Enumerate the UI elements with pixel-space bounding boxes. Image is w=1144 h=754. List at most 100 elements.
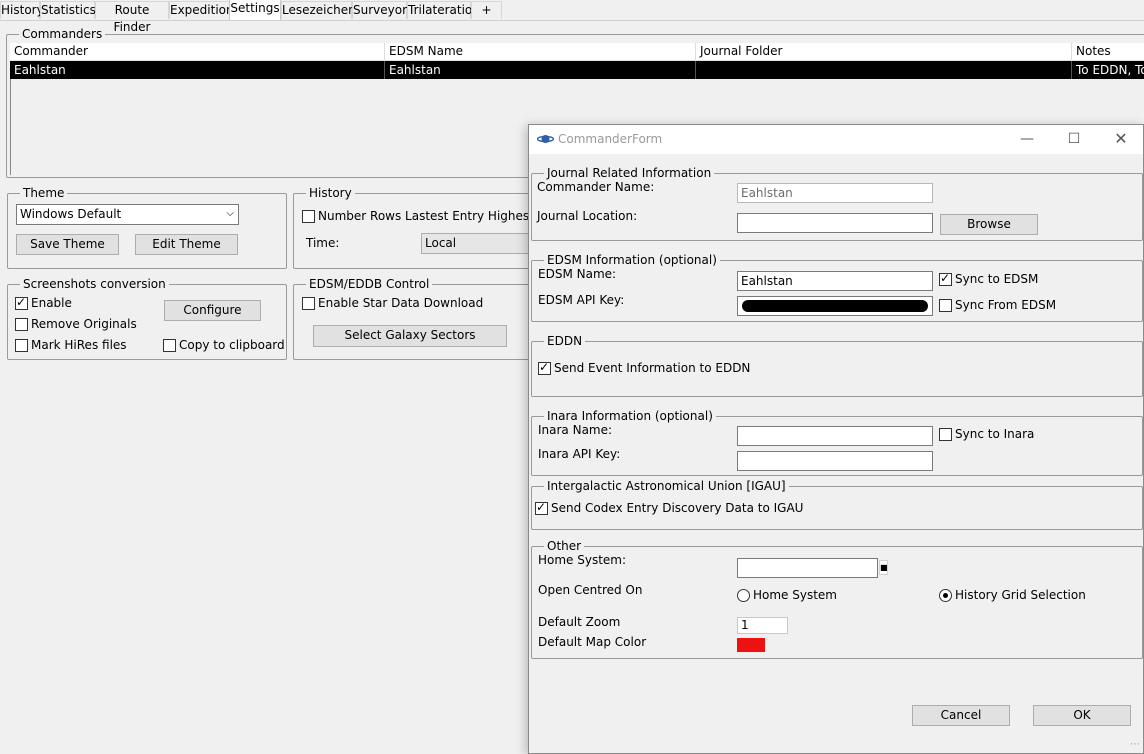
eddn-title: EDDN [544, 333, 586, 349]
home-system-field[interactable] [737, 558, 878, 578]
tab-add[interactable]: + [471, 1, 502, 19]
radio-history-grid-label: History Grid Selection [955, 588, 1086, 602]
cell-edsm-name: Eahlstan [385, 61, 696, 79]
resize-grip-icon[interactable]: ⋯ [1130, 739, 1142, 751]
browse-button[interactable]: Browse [940, 214, 1038, 235]
copy-clipboard-label: Copy to clipboard [179, 338, 285, 352]
open-centred-label: Open Centred On [538, 583, 643, 597]
inara-name-label: Inara Name: [538, 423, 613, 437]
theme-title: Theme [20, 185, 68, 201]
cancel-button[interactable]: Cancel [912, 705, 1010, 726]
default-map-color-swatch[interactable] [737, 638, 765, 652]
cell-notes: To EDDN, To [1076, 63, 1144, 77]
close-icon[interactable]: ✕ [1106, 129, 1136, 149]
send-igau-checkbox[interactable] [535, 500, 548, 515]
igau-title: Intergalactic Astronomical Union [IGAU] [544, 478, 789, 494]
time-select[interactable]: Local [421, 233, 529, 254]
default-map-color-label: Default Map Color [538, 635, 647, 649]
theme-select[interactable]: Windows Default ⌵ [16, 204, 239, 225]
select-galaxy-sectors-button[interactable]: Select Galaxy Sectors [313, 325, 507, 347]
cell-journal-folder [696, 61, 1072, 79]
minimize-icon[interactable]: — [1012, 129, 1042, 149]
journal-location-field[interactable] [737, 213, 933, 233]
sync-from-edsm-label: Sync From EDSM [955, 298, 1057, 312]
copy-clipboard-checkbox[interactable] [163, 339, 176, 352]
maximize-icon[interactable]: ☐ [1059, 129, 1089, 149]
column-header-commander[interactable]: Commander [10, 43, 385, 60]
time-label: Time: [306, 236, 340, 250]
journal-title: Journal Related Information [544, 165, 715, 181]
tab-route-finder[interactable]: Route Finder [95, 1, 169, 34]
inara-name-field[interactable] [737, 426, 933, 446]
star-data-label: Enable Star Data Download [318, 296, 484, 310]
time-select-value: Local [425, 236, 457, 250]
radio-home-system[interactable] [737, 589, 750, 602]
edsm-info-title: EDSM Information (optional) [544, 252, 720, 268]
remove-originals-label: Remove Originals [31, 317, 137, 331]
history-group: History [293, 185, 533, 269]
inara-api-key-field[interactable] [737, 451, 933, 471]
chevron-down-icon: ⌵ [226, 208, 234, 219]
mark-hires-checkbox[interactable] [15, 339, 28, 352]
commander-name-field[interactable]: Eahlstan [737, 183, 933, 203]
history-title: History [306, 185, 355, 201]
enable-screenshots-checkbox[interactable] [15, 295, 28, 310]
save-theme-button[interactable]: Save Theme [16, 234, 119, 255]
number-rows-checkbox[interactable] [302, 210, 315, 223]
theme-select-value: Windows Default [20, 207, 122, 221]
tab-history[interactable]: History [0, 1, 44, 19]
column-header-notes[interactable]: Notes [1072, 43, 1144, 60]
radio-home-system-label: Home System [753, 588, 837, 602]
app-planet-icon [537, 135, 554, 143]
edsm-control-title: EDSM/EDDB Control [306, 276, 433, 292]
edit-theme-button[interactable]: Edit Theme [135, 234, 238, 255]
commanders-grid-header: Commander EDSM Name Journal Folder Notes [10, 43, 1144, 61]
inara-title: Inara Information (optional) [544, 408, 716, 424]
configure-button[interactable]: Configure [164, 300, 261, 321]
default-zoom-label: Default Zoom [538, 615, 621, 629]
radio-history-grid[interactable] [939, 589, 952, 602]
number-rows-label: Number Rows Lastest Entry Highest [318, 209, 534, 223]
ok-button[interactable]: OK [1033, 705, 1131, 726]
edsm-api-key-label: EDSM API Key: [538, 293, 625, 307]
screenshots-title: Screenshots conversion [20, 276, 169, 292]
dialog-title: CommanderForm [558, 132, 663, 146]
column-header-journal-folder[interactable]: Journal Folder [696, 43, 1072, 60]
remove-originals-checkbox[interactable] [15, 318, 28, 331]
default-zoom-field[interactable]: 1 [737, 617, 788, 634]
star-data-checkbox[interactable] [302, 297, 315, 310]
home-system-label: Home System: [538, 553, 627, 567]
home-system-picker-icon[interactable]: ■ [879, 560, 888, 575]
tab-trilateration[interactable]: Trilateration [407, 1, 480, 19]
send-igau-label: Send Codex Entry Discovery Data to IGAU [551, 501, 804, 515]
column-header-edsm-name[interactable]: EDSM Name [385, 43, 696, 60]
sync-to-inara-label: Sync to Inara [955, 427, 1035, 441]
edsm-api-key-field[interactable] [737, 296, 933, 316]
edsm-name-field[interactable]: Eahlstan [737, 271, 933, 291]
inara-api-key-label: Inara API Key: [538, 447, 621, 461]
commander-form-dialog: CommanderForm — ☐ ✕ Journal Related Info… [528, 124, 1144, 754]
tab-settings[interactable]: Settings [229, 0, 281, 20]
tab-expedition[interactable]: Expedition [169, 1, 234, 19]
sync-from-edsm-checkbox[interactable] [939, 299, 952, 312]
redaction-mark [742, 300, 928, 312]
tab-surveyor[interactable]: Surveyor [352, 1, 407, 19]
dialog-title-bar[interactable]: CommanderForm — ☐ ✕ [529, 125, 1143, 154]
send-eddn-label: Send Event Information to EDDN [554, 361, 751, 375]
enable-screenshots-label: Enable [31, 296, 72, 310]
tab-statistics[interactable]: Statistics [40, 1, 96, 19]
journal-location-label: Journal Location: [537, 209, 638, 223]
commanders-title: Commanders [19, 26, 106, 42]
sync-to-edsm-checkbox[interactable] [939, 271, 952, 286]
other-title: Other [544, 538, 585, 554]
send-eddn-checkbox[interactable] [538, 360, 551, 375]
tab-strip: History Statistics Route Finder Expediti… [0, 0, 1144, 34]
table-row[interactable]: Eahlstan Eahlstan To EDDN, To [10, 61, 1144, 79]
cell-commander: Eahlstan [10, 61, 385, 79]
sync-to-edsm-label: Sync to EDSM [955, 272, 1039, 286]
commander-name-label: Commander Name: [537, 180, 655, 194]
sync-to-inara-checkbox[interactable] [939, 428, 952, 441]
edsm-name-label: EDSM Name: [538, 267, 617, 281]
tab-lesezeichen[interactable]: Lesezeichen [281, 1, 356, 19]
mark-hires-label: Mark HiRes files [31, 338, 127, 352]
